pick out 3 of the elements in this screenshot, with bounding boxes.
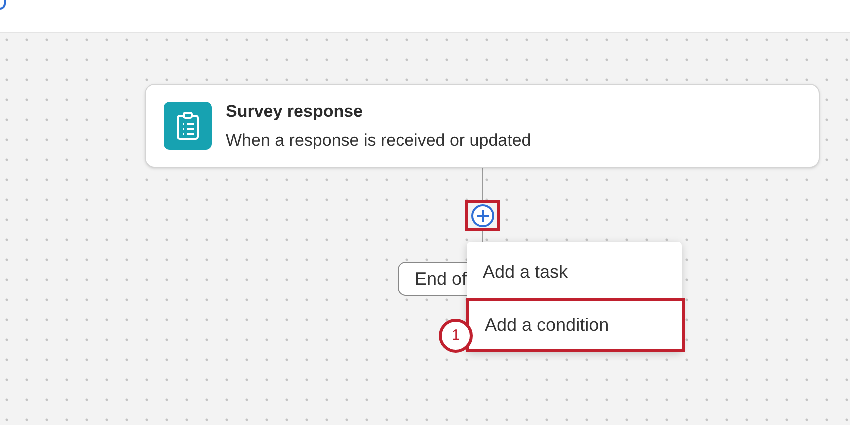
callout-number: 1 (439, 319, 473, 353)
trigger-title: Survey response (226, 100, 364, 122)
trigger-description: When a response is received or updated (226, 130, 532, 152)
